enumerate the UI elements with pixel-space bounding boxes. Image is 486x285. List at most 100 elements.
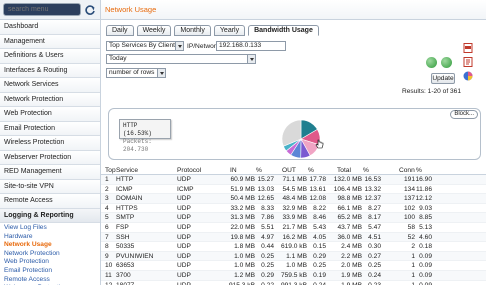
- column-header[interactable]: %: [308, 166, 314, 175]
- sidebar-subitem[interactable]: View Log Files: [4, 224, 100, 233]
- table-cell: 8.27: [368, 204, 381, 212]
- table-cell: UDP: [177, 214, 191, 222]
- table-cell: 1: [105, 176, 109, 183]
- sidebar-item[interactable]: Network Services: [0, 78, 100, 93]
- table-cell: 12.37: [364, 195, 381, 203]
- table-cell: 9: [105, 252, 109, 260]
- sidebar-item[interactable]: Remote Access: [0, 194, 100, 209]
- period-tabs: Daily Weekly Monthly Yearly Bandwidth Usage: [106, 25, 319, 36]
- page-title: Network Usage: [105, 5, 157, 14]
- column-header[interactable]: Conn: [399, 166, 415, 175]
- table-row[interactable]: 11 3700 UDP 1.2 MB 0.29 759.5 kB 0.19 1.9 MB 0.2…: [101, 270, 486, 281]
- table-row[interactable]: 7 SSH UDP 19.8 MB 4.97 16.2 MB 4.05 36.0 MB 4.51…: [101, 232, 486, 243]
- table-cell: DOMAIN: [116, 195, 143, 203]
- column-header[interactable]: Service: [116, 166, 138, 175]
- cursor-hand-icon: [315, 139, 324, 149]
- pdf-icon[interactable]: [463, 43, 473, 53]
- chevron-down-icon: [175, 42, 183, 50]
- table-cell: 63653: [116, 262, 135, 270]
- tab-yearly[interactable]: Yearly: [213, 25, 246, 36]
- table-cell: 11.86: [415, 185, 432, 193]
- sidebar-subitem[interactable]: Hardware: [4, 233, 100, 242]
- tab-daily[interactable]: Daily: [106, 25, 134, 36]
- sidebar-item[interactable]: Definitions & Users: [0, 49, 100, 64]
- table-cell: UDP: [177, 204, 191, 212]
- next-page-icon[interactable]: [441, 57, 452, 68]
- column-header[interactable]: OUT: [282, 166, 296, 175]
- update-button[interactable]: Update: [431, 73, 455, 84]
- table-cell: 0.25: [368, 262, 381, 270]
- table-row[interactable]: 3 DOMAIN UDP 50.4 MB 12.65 48.4 MB 12.08 98.8 M…: [101, 194, 486, 204]
- view-select[interactable]: Top Services By Client: [106, 41, 184, 51]
- table-cell: 0.30: [368, 243, 381, 251]
- table-cell: UDP: [177, 262, 191, 270]
- table-cell: HTTPS: [116, 204, 138, 212]
- sidebar-subitem[interactable]: Email Protection: [4, 267, 100, 276]
- table-row[interactable]: 1218077UDP915.3 kB0.22991.3 kB0.241.9 MB…: [101, 281, 486, 285]
- table-cell: 7: [105, 233, 109, 241]
- table-row[interactable]: 5 SMTP UDP 31.3 MB 7.86 33.9 MB 8.46 65.2 MB 8.1…: [101, 213, 486, 223]
- table-cell: UDP: [177, 281, 191, 285]
- sidebar-item[interactable]: Site-to-site VPN: [0, 179, 100, 194]
- column-header[interactable]: %: [416, 166, 422, 175]
- table-row[interactable]: 4 HTTPS UDP 33.2 MB 8.33 32.9 MB 8.22 66.1 MB 8.…: [101, 204, 486, 214]
- table-row[interactable]: 6 FSP UDP 22.0 MB 5.51 21.7 MB 5.43 43.7 MB 5.47…: [101, 223, 486, 233]
- table-cell: 12.12: [415, 195, 432, 203]
- table-cell: 6: [105, 223, 109, 231]
- sidebar-section-logging[interactable]: Logging & Reporting: [0, 208, 100, 223]
- table-cell: 8.85: [419, 214, 432, 222]
- table-cell: 0.09: [419, 271, 432, 279]
- table-cell: 12.08: [309, 195, 326, 203]
- rows-select[interactable]: number of rows: [106, 68, 166, 78]
- prev-page-icon[interactable]: [426, 57, 437, 68]
- table-row[interactable]: 1 HTTP UDP 60.9 MB 15.27 71.1 MB 17.78 132.0 MB…: [101, 175, 486, 185]
- export-icon[interactable]: [463, 57, 473, 67]
- chevron-down-icon: [247, 55, 255, 63]
- chart-type-icon[interactable]: [463, 71, 473, 81]
- table-cell: 10: [105, 262, 113, 270]
- table-row[interactable]: 10 63653 UDP 1.0 MB 0.25 1.0 MB 0.25 2.0 MB 0.25…: [101, 261, 486, 271]
- sidebar-item[interactable]: Network Protection: [0, 92, 100, 107]
- table-cell: 11: [105, 271, 112, 279]
- sidebar-item[interactable]: Management: [0, 34, 100, 49]
- legend-button[interactable]: Block...: [450, 110, 478, 119]
- search-input[interactable]: [3, 3, 81, 16]
- sidebar-subitem[interactable]: Network Usage: [4, 241, 100, 250]
- column-header[interactable]: Protocol: [177, 166, 201, 175]
- column-header[interactable]: Total: [337, 166, 351, 175]
- table-row[interactable]: 2 ICMP ICMP 51.9 MB 13.03 54.5 MB 13.61 106.4 M…: [101, 185, 486, 195]
- sidebar-item[interactable]: Wireless Protection: [0, 136, 100, 151]
- refresh-icon[interactable]: [84, 4, 96, 16]
- column-header[interactable]: %: [256, 166, 262, 175]
- ip-field[interactable]: 192.168.0.133: [216, 41, 286, 51]
- sidebar-subitem[interactable]: Web Protection: [4, 258, 100, 267]
- column-header[interactable]: IN: [230, 166, 237, 175]
- sidebar-item[interactable]: Dashboard: [0, 20, 100, 35]
- sidebar-subitem[interactable]: Remote Access: [4, 276, 100, 285]
- sidebar-item[interactable]: Web Protection: [0, 107, 100, 122]
- column-header[interactable]: %: [363, 166, 369, 175]
- table-cell: HTTP: [116, 176, 134, 183]
- table-row[interactable]: 9 PVUNIWIEN UDP 1.0 MB 0.25 1.1 MB 0.29 2.2 MB 0…: [101, 251, 486, 262]
- table-cell: 16.90: [415, 176, 432, 183]
- sidebar-item[interactable]: Interfaces & Routing: [0, 63, 100, 78]
- rows-select-value: number of rows: [109, 69, 155, 76]
- table-cell: 16.53: [364, 176, 381, 183]
- column-header[interactable]: Top: [105, 166, 116, 175]
- tab-bandwidth-usage[interactable]: Bandwidth Usage: [248, 25, 319, 36]
- tab-weekly[interactable]: Weekly: [136, 25, 172, 36]
- table-cell: 0.29: [313, 252, 326, 260]
- table-cell: 12: [105, 281, 112, 285]
- period-select[interactable]: Today: [106, 54, 256, 64]
- sidebar-subitem[interactable]: Network Protection: [4, 250, 100, 259]
- table-header: Top Service Protocol IN% OUT% Total% Conn%: [101, 166, 486, 175]
- sidebar-item[interactable]: Webserver Protection: [0, 150, 100, 165]
- tab-monthly[interactable]: Monthly: [174, 25, 211, 36]
- sidebar-item[interactable]: RED Management: [0, 165, 100, 180]
- table-cell: 0.09: [419, 252, 432, 260]
- table-row[interactable]: 8 50335 UDP 1.8 MB 0.44 619.0 kB 0.15 2.4 MB 0.3…: [101, 242, 486, 252]
- header-bar: Network Usage: [101, 0, 486, 20]
- table-cell: UDP: [177, 233, 191, 241]
- table-cell: UDP: [177, 252, 191, 260]
- sidebar-item[interactable]: Email Protection: [0, 121, 100, 136]
